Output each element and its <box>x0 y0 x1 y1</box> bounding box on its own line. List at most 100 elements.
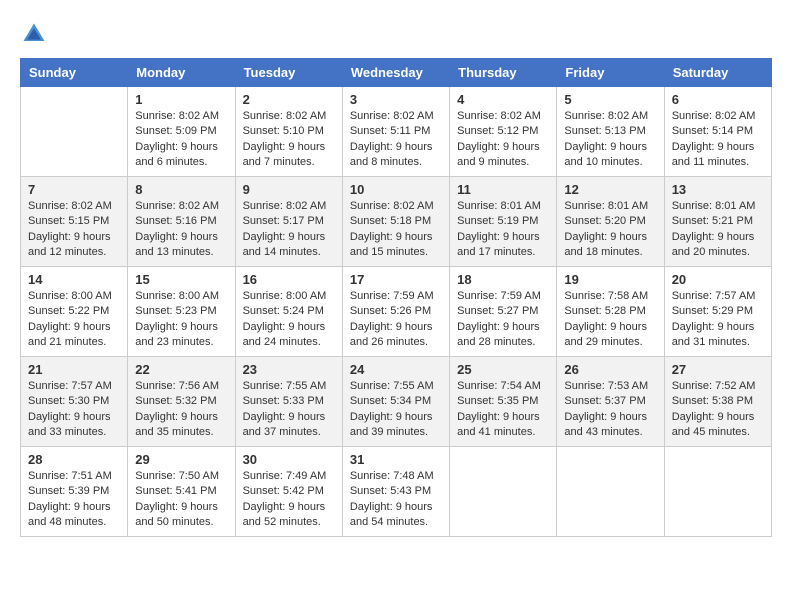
cell-info: Sunrise: 8:02 AM Sunset: 5:14 PM Dayligh… <box>672 109 764 171</box>
cell-info: Sunrise: 8:02 AM Sunset: 5:10 PM Dayligh… <box>243 109 335 171</box>
cell-info: Sunrise: 7:55 AM Sunset: 5:33 PM Dayligh… <box>243 379 335 441</box>
day-number: 13 <box>672 182 764 197</box>
cell-info: Sunrise: 7:57 AM Sunset: 5:30 PM Dayligh… <box>28 379 120 441</box>
calendar-cell: 28 Sunrise: 7:51 AM Sunset: 5:39 PM Dayl… <box>21 447 128 537</box>
cell-info: Sunrise: 7:50 AM Sunset: 5:41 PM Dayligh… <box>135 469 227 531</box>
sunrise: Sunrise: 8:02 AM <box>28 199 120 214</box>
sunrise: Sunrise: 8:02 AM <box>135 199 227 214</box>
sunrise: Sunrise: 7:57 AM <box>28 379 120 394</box>
cell-info: Sunrise: 7:57 AM Sunset: 5:29 PM Dayligh… <box>672 289 764 351</box>
day-number: 24 <box>350 362 442 377</box>
day-number: 12 <box>564 182 656 197</box>
sunset: Sunset: 5:24 PM <box>243 304 335 319</box>
sunset: Sunset: 5:26 PM <box>350 304 442 319</box>
daylight: Daylight: 9 hours and 52 minutes. <box>243 500 335 531</box>
daylight: Daylight: 9 hours and 50 minutes. <box>135 500 227 531</box>
day-number: 15 <box>135 272 227 287</box>
calendar-cell: 8 Sunrise: 8:02 AM Sunset: 5:16 PM Dayli… <box>128 177 235 267</box>
cell-info: Sunrise: 7:58 AM Sunset: 5:28 PM Dayligh… <box>564 289 656 351</box>
week-row-2: 7 Sunrise: 8:02 AM Sunset: 5:15 PM Dayli… <box>21 177 772 267</box>
daylight: Daylight: 9 hours and 41 minutes. <box>457 410 549 441</box>
daylight: Daylight: 9 hours and 15 minutes. <box>350 230 442 261</box>
sunset: Sunset: 5:34 PM <box>350 394 442 409</box>
daylight: Daylight: 9 hours and 24 minutes. <box>243 320 335 351</box>
calendar-cell: 19 Sunrise: 7:58 AM Sunset: 5:28 PM Dayl… <box>557 267 664 357</box>
day-number: 6 <box>672 92 764 107</box>
daylight: Daylight: 9 hours and 11 minutes. <box>672 140 764 171</box>
header-cell-saturday: Saturday <box>664 59 771 87</box>
sunrise: Sunrise: 7:57 AM <box>672 289 764 304</box>
sunrise: Sunrise: 7:55 AM <box>243 379 335 394</box>
page-header <box>20 20 772 48</box>
daylight: Daylight: 9 hours and 21 minutes. <box>28 320 120 351</box>
day-number: 30 <box>243 452 335 467</box>
cell-info: Sunrise: 7:54 AM Sunset: 5:35 PM Dayligh… <box>457 379 549 441</box>
sunrise: Sunrise: 8:02 AM <box>564 109 656 124</box>
calendar-cell <box>21 87 128 177</box>
sunrise: Sunrise: 7:55 AM <box>350 379 442 394</box>
calendar-cell <box>664 447 771 537</box>
calendar-cell: 1 Sunrise: 8:02 AM Sunset: 5:09 PM Dayli… <box>128 87 235 177</box>
daylight: Daylight: 9 hours and 20 minutes. <box>672 230 764 261</box>
day-number: 17 <box>350 272 442 287</box>
day-number: 8 <box>135 182 227 197</box>
calendar-cell: 3 Sunrise: 8:02 AM Sunset: 5:11 PM Dayli… <box>342 87 449 177</box>
sunrise: Sunrise: 7:51 AM <box>28 469 120 484</box>
daylight: Daylight: 9 hours and 8 minutes. <box>350 140 442 171</box>
calendar-cell <box>557 447 664 537</box>
daylight: Daylight: 9 hours and 48 minutes. <box>28 500 120 531</box>
daylight: Daylight: 9 hours and 18 minutes. <box>564 230 656 261</box>
calendar-cell: 4 Sunrise: 8:02 AM Sunset: 5:12 PM Dayli… <box>450 87 557 177</box>
cell-info: Sunrise: 8:02 AM Sunset: 5:11 PM Dayligh… <box>350 109 442 171</box>
sunrise: Sunrise: 7:56 AM <box>135 379 227 394</box>
daylight: Daylight: 9 hours and 14 minutes. <box>243 230 335 261</box>
day-number: 3 <box>350 92 442 107</box>
sunset: Sunset: 5:10 PM <box>243 124 335 139</box>
cell-info: Sunrise: 7:53 AM Sunset: 5:37 PM Dayligh… <box>564 379 656 441</box>
sunset: Sunset: 5:23 PM <box>135 304 227 319</box>
daylight: Daylight: 9 hours and 43 minutes. <box>564 410 656 441</box>
sunrise: Sunrise: 7:52 AM <box>672 379 764 394</box>
sunset: Sunset: 5:09 PM <box>135 124 227 139</box>
sunset: Sunset: 5:19 PM <box>457 214 549 229</box>
day-number: 4 <box>457 92 549 107</box>
day-number: 20 <box>672 272 764 287</box>
sunrise: Sunrise: 8:02 AM <box>135 109 227 124</box>
daylight: Daylight: 9 hours and 13 minutes. <box>135 230 227 261</box>
cell-info: Sunrise: 8:02 AM Sunset: 5:13 PM Dayligh… <box>564 109 656 171</box>
sunrise: Sunrise: 7:50 AM <box>135 469 227 484</box>
calendar-cell <box>450 447 557 537</box>
sunset: Sunset: 5:35 PM <box>457 394 549 409</box>
sunrise: Sunrise: 8:01 AM <box>457 199 549 214</box>
cell-info: Sunrise: 7:55 AM Sunset: 5:34 PM Dayligh… <box>350 379 442 441</box>
cell-info: Sunrise: 7:48 AM Sunset: 5:43 PM Dayligh… <box>350 469 442 531</box>
calendar-cell: 26 Sunrise: 7:53 AM Sunset: 5:37 PM Dayl… <box>557 357 664 447</box>
cell-info: Sunrise: 7:59 AM Sunset: 5:27 PM Dayligh… <box>457 289 549 351</box>
cell-info: Sunrise: 8:02 AM Sunset: 5:12 PM Dayligh… <box>457 109 549 171</box>
day-number: 19 <box>564 272 656 287</box>
calendar-cell: 27 Sunrise: 7:52 AM Sunset: 5:38 PM Dayl… <box>664 357 771 447</box>
sunrise: Sunrise: 8:00 AM <box>243 289 335 304</box>
sunset: Sunset: 5:39 PM <box>28 484 120 499</box>
day-number: 14 <box>28 272 120 287</box>
day-number: 21 <box>28 362 120 377</box>
sunrise: Sunrise: 7:53 AM <box>564 379 656 394</box>
daylight: Daylight: 9 hours and 9 minutes. <box>457 140 549 171</box>
sunset: Sunset: 5:33 PM <box>243 394 335 409</box>
sunrise: Sunrise: 7:54 AM <box>457 379 549 394</box>
calendar-cell: 2 Sunrise: 8:02 AM Sunset: 5:10 PM Dayli… <box>235 87 342 177</box>
sunset: Sunset: 5:18 PM <box>350 214 442 229</box>
sunset: Sunset: 5:14 PM <box>672 124 764 139</box>
sunset: Sunset: 5:20 PM <box>564 214 656 229</box>
sunset: Sunset: 5:22 PM <box>28 304 120 319</box>
daylight: Daylight: 9 hours and 31 minutes. <box>672 320 764 351</box>
calendar-cell: 5 Sunrise: 8:02 AM Sunset: 5:13 PM Dayli… <box>557 87 664 177</box>
cell-info: Sunrise: 8:02 AM Sunset: 5:16 PM Dayligh… <box>135 199 227 261</box>
sunrise: Sunrise: 8:00 AM <box>135 289 227 304</box>
sunset: Sunset: 5:21 PM <box>672 214 764 229</box>
calendar-cell: 22 Sunrise: 7:56 AM Sunset: 5:32 PM Dayl… <box>128 357 235 447</box>
daylight: Daylight: 9 hours and 10 minutes. <box>564 140 656 171</box>
day-number: 23 <box>243 362 335 377</box>
header-cell-tuesday: Tuesday <box>235 59 342 87</box>
sunrise: Sunrise: 8:01 AM <box>672 199 764 214</box>
